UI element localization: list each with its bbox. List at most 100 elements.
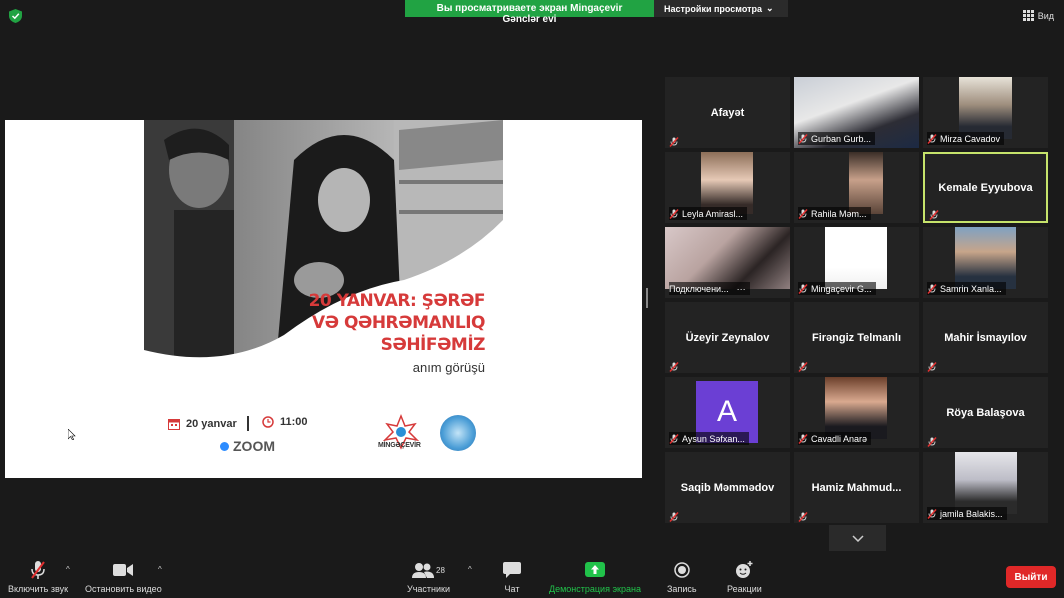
record-label: Запись bbox=[667, 584, 697, 594]
microphone-muted-icon bbox=[927, 133, 937, 144]
chevron-down-icon bbox=[851, 534, 864, 542]
ministry-seal-logo bbox=[440, 415, 476, 451]
participant-tile[interactable]: Hamiz Mahmud... bbox=[794, 452, 919, 523]
participant-video bbox=[959, 77, 1012, 139]
participant-name: Cavadli Anarə bbox=[811, 433, 868, 444]
viewing-screen-notice: Вы просматриваете экран Mingaçevir Gəncl… bbox=[405, 0, 654, 25]
chat-bubble-icon bbox=[503, 562, 521, 578]
record-button[interactable]: Запись bbox=[667, 560, 697, 594]
participant-tile[interactable]: Röya Balaşova bbox=[923, 377, 1048, 448]
chevron-down-icon: ⌄ bbox=[766, 3, 774, 13]
participant-tile[interactable]: A Aysun Səfxan... bbox=[665, 377, 790, 448]
participant-tile[interactable]: Firəngiz Telmanlı bbox=[794, 302, 919, 373]
participant-label: Aysun Səfxan... bbox=[669, 432, 749, 445]
more-options-icon[interactable]: ··· bbox=[737, 284, 746, 294]
encryption-shield-icon[interactable] bbox=[9, 9, 22, 23]
mingacevir-youth-house-logo bbox=[382, 413, 420, 450]
view-options-dropdown[interactable]: Настройки просмотра ⌄ bbox=[654, 0, 788, 17]
reactions-button[interactable]: Реакции bbox=[727, 560, 762, 594]
unmute-button[interactable]: Включить звук bbox=[8, 560, 68, 594]
share-banner: Вы просматриваете экран Mingaçevir Gəncl… bbox=[405, 0, 788, 25]
poster-title-line: SƏHİFƏMİZ bbox=[380, 335, 486, 355]
reactions-label: Реакции bbox=[727, 584, 762, 594]
poster-subtitle: anım görüşü bbox=[412, 360, 485, 375]
participants-button[interactable]: 28 Участники bbox=[407, 560, 450, 594]
participant-tile[interactable]: Rahila Məm... bbox=[794, 152, 919, 223]
participant-video bbox=[955, 452, 1017, 514]
share-screen-button[interactable]: Демонстрация экрана bbox=[549, 560, 641, 594]
participant-name: Röya Balaşova bbox=[946, 406, 1025, 419]
participant-label: Samrin Xanla... bbox=[927, 282, 1006, 295]
poster-title-line: 20 YANVAR: ŞƏRƏF bbox=[308, 291, 486, 311]
microphone-muted-icon bbox=[798, 133, 808, 144]
microphone-muted-icon bbox=[798, 433, 808, 444]
participant-tile[interactable]: Kemale Eyyubova bbox=[923, 152, 1048, 223]
video-camera-icon bbox=[113, 564, 134, 576]
microphone-muted-icon bbox=[929, 207, 939, 220]
view-options-label: Настройки просмотра bbox=[664, 3, 763, 14]
participant-label: Rahila Məm... bbox=[798, 207, 871, 220]
poster-date: 20 yanvar bbox=[168, 416, 249, 431]
event-poster: 20 YANVAR: ŞƏRƏF VƏ QƏHRƏMANLIQ SƏHİFƏMİ… bbox=[144, 120, 503, 478]
grid-view-icon bbox=[1022, 10, 1034, 21]
participant-tile[interactable]: Cavadli Anarə bbox=[794, 377, 919, 448]
smiley-add-icon bbox=[736, 561, 753, 578]
participant-name: Mirza Cavadov bbox=[940, 133, 1001, 144]
participant-video bbox=[825, 377, 887, 439]
leave-meeting-button[interactable]: Выйти bbox=[1006, 566, 1056, 588]
microphone-muted-icon bbox=[798, 509, 808, 522]
participant-tile[interactable]: Samrin Xanla... bbox=[923, 227, 1048, 298]
chat-label: Чат bbox=[504, 584, 520, 594]
participant-name: Mahir İsmayılov bbox=[944, 331, 1027, 344]
poster-platform: ZOOM bbox=[233, 438, 275, 454]
participant-tile[interactable]: Saqib Məmmədov bbox=[665, 452, 790, 523]
panel-resize-handle[interactable] bbox=[646, 288, 648, 308]
stop-video-button[interactable]: Остановить видео bbox=[85, 560, 162, 594]
participant-label: Mirza Cavadov bbox=[927, 132, 1005, 145]
microphone-muted-icon bbox=[669, 509, 679, 522]
share-screen-icon bbox=[584, 562, 605, 577]
shared-screen: 20 YANVAR: ŞƏRƏF VƏ QƏHRƏMANLIQ SƏHİFƏMİ… bbox=[5, 120, 642, 478]
microphone-muted-icon bbox=[31, 561, 45, 579]
zoom-icon bbox=[220, 441, 229, 451]
chat-button[interactable]: Чат bbox=[503, 560, 521, 594]
participants-options-caret[interactable]: ^ bbox=[468, 565, 472, 574]
poster-date-text: 20 yanvar bbox=[186, 417, 237, 430]
poster-zoom-logo: ZOOM bbox=[220, 438, 275, 454]
participant-label: jamila Balakis... bbox=[927, 507, 1007, 520]
view-button[interactable]: Вид bbox=[1022, 10, 1054, 21]
participant-tile[interactable]: Mirza Cavadov bbox=[923, 77, 1048, 148]
participant-tile[interactable]: Üzeyir Zeynalov bbox=[665, 302, 790, 373]
participants-label: Участники bbox=[407, 584, 450, 594]
participant-video bbox=[665, 227, 790, 289]
participant-tile[interactable]: Afayət bbox=[665, 77, 790, 148]
poster-title: 20 YANVAR: ŞƏRƏF VƏ QƏHRƏMANLIQ SƏHİFƏMİ… bbox=[308, 290, 486, 356]
microphone-muted-icon bbox=[669, 208, 679, 219]
audio-options-caret[interactable]: ^ bbox=[66, 565, 70, 574]
participant-tile[interactable]: Подключени... ··· bbox=[665, 227, 790, 298]
participant-video bbox=[825, 227, 887, 289]
share-screen-label: Демонстрация экрана bbox=[549, 584, 641, 594]
microphone-muted-icon bbox=[798, 283, 808, 294]
participant-label: Leyla Amirasl... bbox=[669, 207, 748, 220]
next-page-button[interactable] bbox=[829, 525, 886, 551]
microphone-muted-icon bbox=[669, 433, 679, 444]
participant-tile[interactable]: jamila Balakis... bbox=[923, 452, 1048, 523]
participant-tile[interactable]: Mahir İsmayılov bbox=[923, 302, 1048, 373]
participant-tile[interactable]: Mingaçevir G... bbox=[794, 227, 919, 298]
participant-label: Cavadli Anarə bbox=[798, 432, 872, 445]
participant-label: Подключени... ··· bbox=[669, 282, 750, 295]
poster-title-line: VƏ QƏHRƏMANLIQ bbox=[311, 313, 486, 333]
stop-video-label: Остановить видео bbox=[85, 584, 162, 594]
participant-name: Leyla Amirasl... bbox=[682, 208, 744, 219]
participant-name: Üzeyir Zeynalov bbox=[685, 331, 770, 344]
participant-tile[interactable]: Leyla Amirasl... bbox=[665, 152, 790, 223]
participant-name: Mingaçevir G... bbox=[811, 283, 872, 294]
participant-name: Gurban Gurb... bbox=[811, 133, 872, 144]
view-button-label: Вид bbox=[1037, 10, 1054, 21]
participant-name: Saqib Məmmədov bbox=[680, 481, 775, 494]
record-icon bbox=[674, 562, 690, 578]
video-options-caret[interactable]: ^ bbox=[158, 565, 162, 574]
microphone-muted-icon bbox=[927, 508, 937, 519]
participant-tile[interactable]: Gurban Gurb... bbox=[794, 77, 919, 148]
